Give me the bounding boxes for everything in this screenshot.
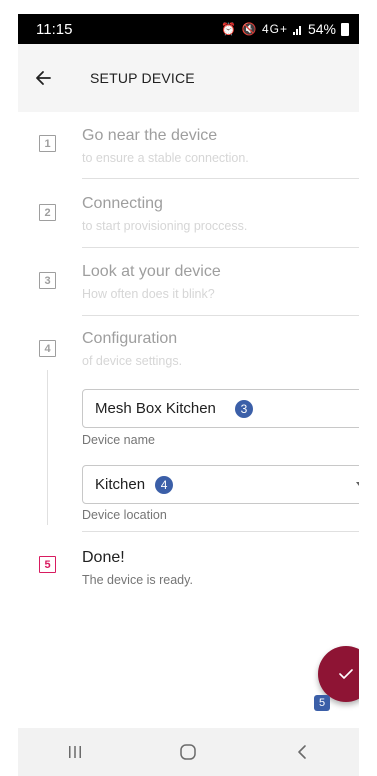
device-location-value: Kitchen: [95, 476, 146, 493]
stepper: 1 Go near the device to ensure a stable …: [18, 112, 359, 712]
step-number: 5: [39, 556, 56, 573]
step-connector-line: [47, 370, 48, 525]
step-title: Look at your device: [82, 263, 221, 280]
device-location-select[interactable]: Kitchen 4: [82, 465, 359, 504]
status-indicators: ⏰ 🔇 4G+ 54%: [221, 21, 349, 37]
step-number: 2: [39, 204, 56, 221]
step-title: Go near the device: [82, 127, 218, 144]
check-icon: [339, 669, 353, 679]
dropdown-arrow-icon: [356, 482, 359, 486]
step-subtitle: How often does it blink?: [82, 287, 215, 301]
step-number: 3: [39, 272, 56, 289]
arrow-back-icon: [36, 71, 51, 85]
app-bar: SETUP DEVICE: [18, 44, 359, 112]
signal-icon: [292, 25, 301, 35]
step-title: Configuration: [82, 330, 178, 347]
page-title: SETUP DEVICE: [90, 70, 195, 86]
back-button[interactable]: [18, 44, 68, 112]
step-subtitle: of device settings.: [82, 354, 183, 368]
step-divider: [82, 178, 359, 179]
status-bar: 11:15 ⏰ 🔇 4G+ 54%: [18, 14, 359, 44]
step-divider: [82, 247, 359, 248]
device-name-field[interactable]: 3: [82, 389, 359, 428]
battery-icon: [341, 22, 349, 36]
chevron-left-icon: [298, 745, 306, 759]
step-divider: [82, 315, 359, 316]
step-subtitle: The device is ready.: [82, 573, 193, 587]
home-icon: [180, 744, 197, 760]
step-title: Done!: [82, 549, 125, 566]
device-location-label: Device location: [82, 508, 167, 522]
annotation-badge: 4: [155, 475, 174, 494]
home-button[interactable]: [158, 728, 218, 776]
recent-apps-icon: [68, 746, 81, 758]
device-name-input[interactable]: [95, 400, 235, 417]
recent-apps-button[interactable]: [45, 728, 105, 776]
status-icons: ⏰ 🔇 4G+: [221, 22, 288, 36]
step-subtitle: to ensure a stable connection.: [82, 151, 249, 165]
annotation-badge: 3: [235, 399, 253, 418]
status-time: 11:15: [36, 20, 73, 38]
step-subtitle: to start provisioning proccess.: [82, 219, 248, 233]
annotation-badge: 5: [314, 695, 330, 711]
battery-percent: 54%: [307, 21, 336, 37]
step-divider: [82, 531, 359, 532]
step-title: Connecting: [82, 195, 163, 212]
phone-screen: 11:15 ⏰ 🔇 4G+ 54% SETUP DEVICE 1 Go near…: [18, 14, 359, 776]
step-number: 1: [39, 135, 56, 152]
system-nav-bar: [18, 728, 359, 776]
back-nav-button[interactable]: [272, 728, 332, 776]
device-name-label: Device name: [82, 433, 155, 447]
step-number: 4: [39, 340, 56, 357]
